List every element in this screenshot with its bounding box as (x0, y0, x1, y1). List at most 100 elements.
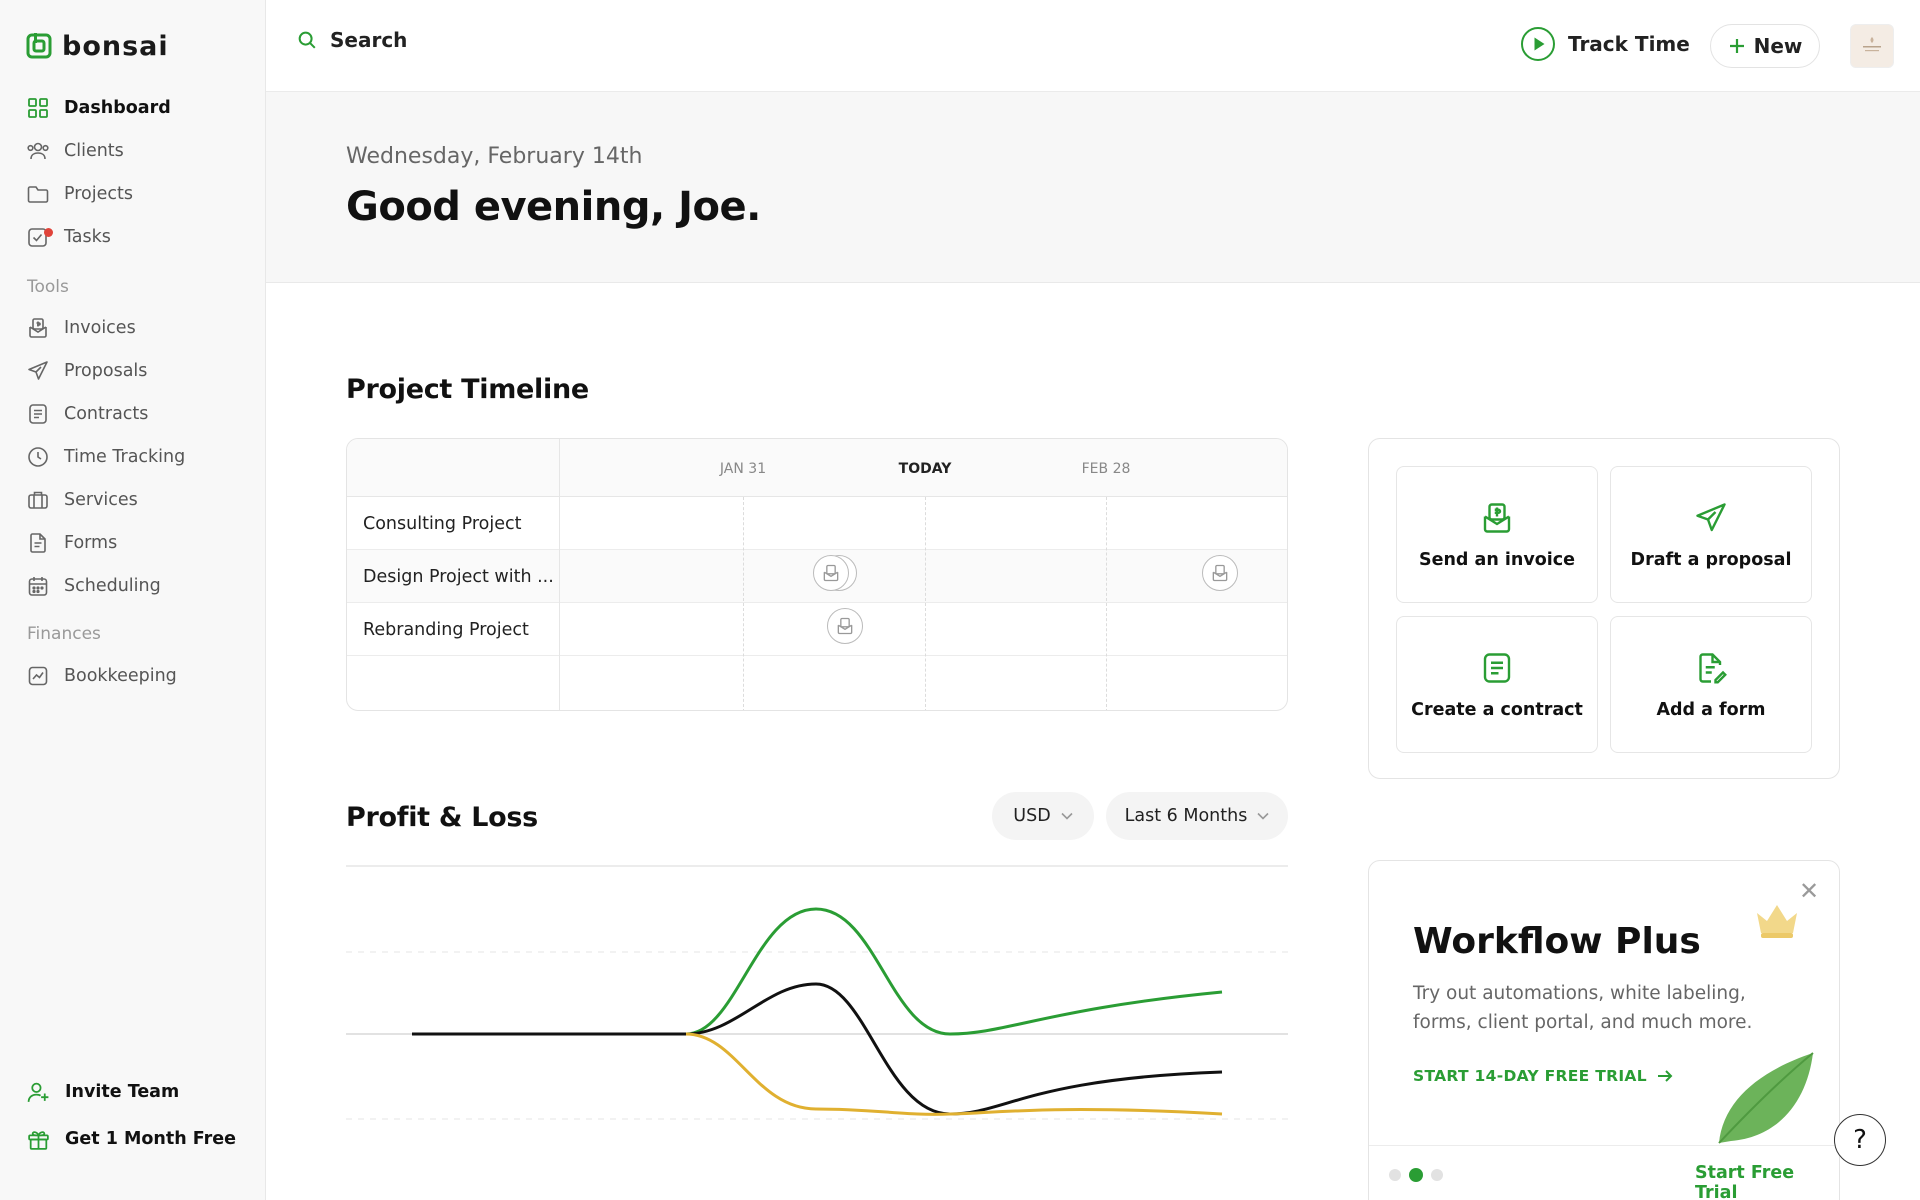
timeline-row[interactable]: Rebranding Project (347, 603, 1287, 656)
sidebar-item-label: Contracts (64, 404, 149, 424)
sidebar-item-projects[interactable]: Projects (26, 177, 133, 211)
add-form-button[interactable]: Add a form (1610, 616, 1812, 753)
finances-heading: Finances (27, 624, 101, 644)
form-icon (30, 533, 46, 553)
send-invoice-button[interactable]: Send an invoice (1396, 466, 1598, 603)
invoice-icon (837, 617, 853, 635)
timeline-row-label: Rebranding Project (363, 620, 529, 640)
sidebar-item-tasks[interactable]: Tasks (26, 220, 111, 254)
studio-logo-icon (1863, 37, 1881, 52)
sidebar-item-label: Tasks (64, 227, 111, 247)
add-user-icon (27, 1082, 49, 1102)
timeline-row-label: Consulting Project (363, 514, 522, 534)
carousel-dot-active[interactable] (1409, 1168, 1423, 1182)
carousel-dot[interactable] (1389, 1169, 1401, 1181)
sidebar-item-label: Scheduling (64, 576, 161, 596)
search-button[interactable]: Search (296, 28, 407, 52)
new-label: New (1753, 34, 1803, 58)
paper-plane-icon (1696, 502, 1726, 531)
topbar: Search Track Time New (266, 0, 1920, 92)
free-trial-link-label: START 14-DAY FREE TRIAL (1413, 1067, 1647, 1085)
help-button[interactable]: ? (1834, 1114, 1886, 1166)
clients-icon (27, 142, 49, 160)
sidebar-item-services[interactable]: Services (26, 483, 138, 517)
draft-proposal-button[interactable]: Draft a proposal (1610, 466, 1812, 603)
quick-actions-panel: Send an invoice Draft a proposal Create … (1368, 438, 1840, 779)
greeting-section: Wednesday, February 14th Good evening, J… (266, 92, 1920, 283)
sidebar-item-label: Dashboard (64, 98, 171, 118)
sidebar-item-label: Projects (64, 184, 133, 204)
profit-loss-chart (346, 865, 1288, 1120)
search-icon (298, 31, 316, 49)
action-label: Create a contract (1411, 699, 1583, 720)
sidebar-item-bookkeeping[interactable]: Bookkeeping (26, 659, 177, 693)
pnl-title: Profit & Loss (346, 802, 538, 833)
invoice-marker[interactable] (1202, 555, 1238, 591)
timeline-gridline (925, 497, 926, 710)
range-dropdown[interactable]: Last 6 Months (1106, 792, 1288, 840)
timeline-gridline (1106, 497, 1107, 710)
timeline-row-label: Design Project with ... (363, 567, 554, 587)
new-button[interactable]: New (1710, 24, 1820, 68)
currency-dropdown[interactable]: USD (992, 792, 1094, 840)
project-timeline: JAN 31 TODAY FEB 28 Consulting Project D… (346, 438, 1288, 711)
bonsai-logo[interactable]: bonsai (26, 30, 169, 62)
track-time-button[interactable]: Track Time (1520, 26, 1690, 62)
chevron-down-icon (1257, 812, 1269, 820)
sidebar-item-contracts[interactable]: Contracts (26, 397, 148, 431)
invoice-marker[interactable] (827, 608, 863, 644)
sidebar-item-label: Time Tracking (64, 447, 186, 467)
tools-heading: Tools (27, 277, 69, 297)
notification-dot (44, 228, 53, 237)
play-icon (1521, 27, 1555, 61)
timeline-date-today: TODAY (898, 461, 952, 477)
sidebar-item-scheduling[interactable]: Scheduling (26, 569, 161, 603)
sidebar-item-clients[interactable]: Clients (26, 134, 124, 168)
timeline-gridline (743, 497, 744, 710)
invoice-icon (823, 564, 839, 582)
leaf-icon (1718, 1052, 1814, 1144)
invoice-marker[interactable] (813, 555, 849, 591)
arrow-right-icon (1657, 1070, 1673, 1082)
sidebar-item-label: Invoices (64, 318, 136, 338)
timeline-row[interactable]: Consulting Project (347, 497, 1287, 550)
sidebar-item-invoices[interactable]: Invoices (26, 311, 136, 345)
create-contract-button[interactable]: Create a contract (1396, 616, 1598, 753)
carousel-dot[interactable] (1431, 1169, 1443, 1181)
free-trial-link[interactable]: START 14-DAY FREE TRIAL (1413, 1067, 1673, 1085)
sidebar-item-forms[interactable]: Forms (26, 526, 117, 560)
promo-title: Workflow Plus (1413, 921, 1701, 962)
avatar[interactable] (1850, 24, 1894, 68)
help-icon: ? (1853, 1125, 1867, 1155)
contract-icon (29, 404, 47, 424)
sidebar-item-dashboard[interactable]: Dashboard (26, 91, 171, 125)
timeline-date-feb28: FEB 28 (1081, 461, 1131, 477)
search-label: Search (330, 28, 408, 52)
action-label: Draft a proposal (1630, 549, 1792, 570)
invoice-icon (1483, 502, 1511, 533)
tasks-icon-wrap (26, 225, 53, 249)
invoice-icon (1212, 564, 1228, 582)
bonsai-logo-icon (26, 33, 52, 59)
expense-line (685, 1032, 1223, 1116)
sidebar-item-label: Services (64, 490, 138, 510)
track-time-label: Track Time (1568, 32, 1690, 56)
invite-team-label: Invite Team (65, 1082, 180, 1102)
folder-icon (27, 186, 49, 203)
invoice-icon (29, 318, 47, 338)
timeline-title: Project Timeline (346, 374, 589, 405)
get-free-month-button[interactable]: Get 1 Month Free (26, 1122, 236, 1156)
range-value: Last 6 Months (1124, 806, 1248, 826)
sidebar-item-time-tracking[interactable]: Time Tracking (26, 440, 185, 474)
chevron-down-icon (1061, 812, 1073, 820)
close-icon[interactable]: ✕ (1799, 877, 1819, 905)
start-free-trial-button[interactable]: Start Free Trial (1695, 1163, 1839, 1200)
gift-icon (28, 1130, 49, 1150)
sidebar-item-proposals[interactable]: Proposals (26, 354, 147, 388)
paper-plane-icon (28, 361, 48, 380)
profit-line (412, 982, 1223, 1116)
greeting-title: Good evening, Joe. (346, 184, 761, 230)
contract-icon (1483, 652, 1511, 683)
invite-team-button[interactable]: Invite Team (26, 1075, 179, 1109)
current-date: Wednesday, February 14th (346, 144, 643, 169)
